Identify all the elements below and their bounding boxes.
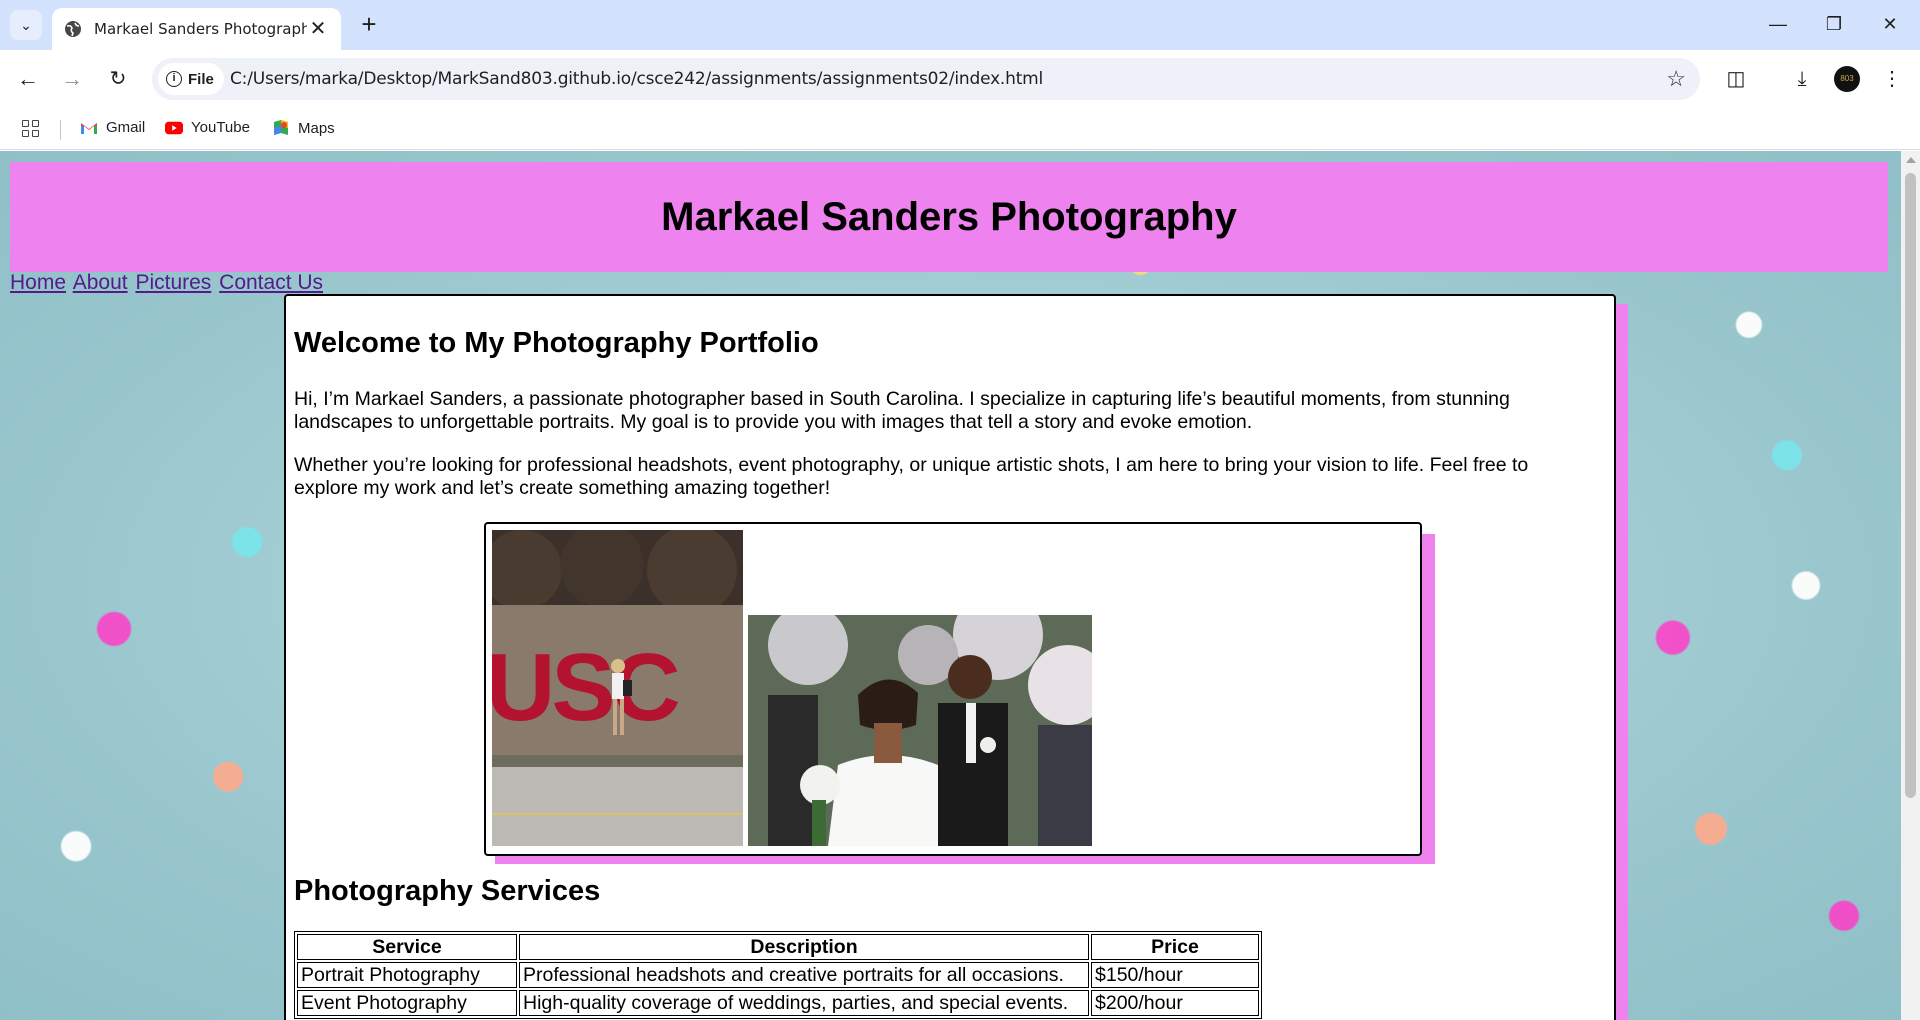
close-window-icon[interactable]: ✕ bbox=[1870, 8, 1910, 40]
bookmark-label: Gmail bbox=[106, 119, 146, 136]
site-header: Markael Sanders Photography bbox=[10, 162, 1888, 272]
new-tab-button[interactable]: + bbox=[354, 10, 384, 40]
table-row: Event Photography High-quality coverage … bbox=[297, 990, 1259, 1016]
usc-letters: USC bbox=[492, 634, 678, 741]
bookmark-youtube[interactable]: YouTube bbox=[165, 119, 250, 136]
site-nav: Home About Pictures Contact Us bbox=[10, 271, 325, 295]
bookmark-gmail[interactable]: Gmail bbox=[80, 119, 145, 136]
usc-campus-photo: USC bbox=[492, 530, 743, 846]
browser-tab-active[interactable]: Markael Sanders Photography ✕ bbox=[52, 8, 341, 50]
youtube-icon bbox=[165, 121, 183, 134]
column-header: Price bbox=[1091, 934, 1259, 960]
gmail-icon bbox=[81, 122, 97, 134]
info-icon: i bbox=[166, 71, 182, 87]
apps-grid-icon[interactable] bbox=[22, 120, 40, 138]
column-header: Description bbox=[519, 934, 1089, 960]
tab-search-button[interactable]: ⌄ bbox=[10, 10, 42, 40]
site-chip-label: File bbox=[188, 70, 214, 88]
site-title: Markael Sanders Photography bbox=[661, 194, 1237, 239]
photo-gallery: USC bbox=[484, 522, 1422, 856]
page-scrollbar[interactable] bbox=[1901, 151, 1920, 1020]
browser-toolbar: ← → ↻ i File C:/Users/marka/Desktop/Mark… bbox=[0, 50, 1920, 108]
table-cell: $200/hour bbox=[1091, 990, 1259, 1016]
table-cell: Portrait Photography bbox=[297, 962, 517, 988]
bookmarks-bar: Gmail YouTube Maps bbox=[0, 108, 1920, 150]
maps-icon bbox=[274, 120, 288, 135]
nav-link-contact[interactable]: Contact Us bbox=[219, 271, 323, 294]
scroll-thumb[interactable] bbox=[1905, 173, 1916, 798]
wedding-photo bbox=[748, 615, 1092, 846]
scroll-up-arrow-icon[interactable] bbox=[1906, 157, 1916, 163]
extensions-icon[interactable]: ◫ bbox=[1720, 63, 1752, 95]
chevron-down-icon: ⌄ bbox=[20, 16, 32, 33]
table-cell: Professional headshots and creative port… bbox=[519, 962, 1089, 988]
profile-avatar[interactable]: 803 bbox=[1834, 66, 1860, 92]
address-bar[interactable]: i File C:/Users/marka/Desktop/MarkSand80… bbox=[152, 58, 1700, 100]
page-viewport: Markael Sanders Photography Home About P… bbox=[0, 151, 1901, 1020]
nav-link-pictures[interactable]: Pictures bbox=[135, 271, 211, 294]
table-cell: Event Photography bbox=[297, 990, 517, 1016]
bookmark-label: YouTube bbox=[191, 119, 250, 136]
intro-paragraph: Hi, I’m Markael Sanders, a passionate ph… bbox=[294, 388, 1510, 433]
download-icon[interactable]: ⤓ bbox=[1786, 63, 1818, 95]
forward-arrow-icon[interactable]: → bbox=[56, 63, 88, 95]
site-info-chip[interactable]: i File bbox=[158, 63, 224, 95]
table-header-row: Service Description Price bbox=[297, 934, 1259, 960]
nav-link-home[interactable]: Home bbox=[10, 271, 66, 294]
nav-link-about[interactable]: About bbox=[73, 271, 128, 294]
bookmark-maps[interactable]: Maps bbox=[272, 119, 335, 137]
url-text[interactable]: C:/Users/marka/Desktop/MarkSand803.githu… bbox=[230, 69, 1043, 89]
column-header: Service bbox=[297, 934, 517, 960]
reload-icon[interactable]: ↻ bbox=[102, 63, 134, 95]
table-row: Portrait Photography Professional headsh… bbox=[297, 962, 1259, 988]
more-menu-icon[interactable]: ⋮ bbox=[1876, 63, 1908, 95]
bookmark-label: Maps bbox=[298, 119, 335, 137]
services-heading: Photography Services bbox=[294, 875, 601, 907]
main-content: Welcome to My Photography Portfolio Hi, … bbox=[284, 294, 1616, 1020]
welcome-heading: Welcome to My Photography Portfolio bbox=[294, 327, 819, 359]
restore-icon[interactable]: ❐ bbox=[1814, 8, 1854, 40]
minimize-icon[interactable]: — bbox=[1758, 8, 1798, 40]
back-arrow-icon[interactable]: ← bbox=[12, 63, 44, 95]
bookmarks-divider bbox=[60, 120, 61, 140]
services-table: Service Description Price Portrait Photo… bbox=[294, 931, 1262, 1019]
close-tab-icon[interactable]: ✕ bbox=[307, 19, 329, 39]
globe-icon bbox=[65, 21, 81, 37]
bookmark-star-icon[interactable]: ☆ bbox=[1666, 66, 1686, 92]
browser-tabstrip: ⌄ Markael Sanders Photography ✕ + — ❐ ✕ bbox=[0, 0, 1920, 50]
services-intro-paragraph: Whether you’re looking for professional … bbox=[294, 454, 1529, 499]
table-cell: High-quality coverage of weddings, parti… bbox=[519, 990, 1089, 1016]
tab-title: Markael Sanders Photography bbox=[94, 20, 307, 38]
table-cell: $150/hour bbox=[1091, 962, 1259, 988]
